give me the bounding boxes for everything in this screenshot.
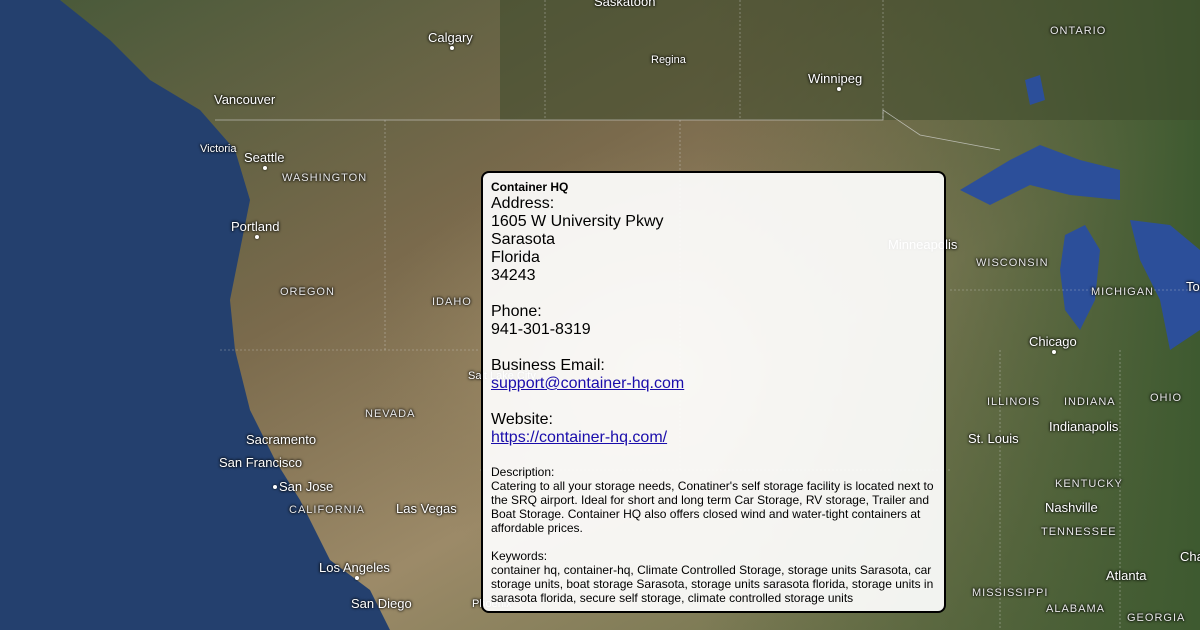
region-label: KENTUCKY [1055, 478, 1123, 490]
region-label: IDAHO [432, 296, 472, 308]
region-label: ILLINOIS [987, 396, 1041, 408]
region-label: MISSISSIPPI [972, 587, 1049, 599]
website-link[interactable]: https://container-hq.com/ [491, 429, 667, 446]
region-label: WISCONSIN [976, 257, 1049, 269]
address-zip: 34243 [491, 267, 536, 284]
region-label: MICHIGAN [1091, 286, 1154, 298]
keywords-text: container hq, container-hq, Climate Cont… [491, 563, 934, 605]
city-label: St. Louis [968, 431, 1019, 446]
description-text: Catering to all your storage needs, Cona… [491, 479, 934, 535]
business-name: Container HQ [491, 180, 569, 194]
city-label: Saskatoon [594, 0, 656, 9]
city-label: Vancouver [214, 92, 276, 107]
email-label: Business Email: [491, 357, 605, 374]
city-label: Atlanta [1106, 568, 1147, 583]
city-label: San Francisco [219, 455, 303, 470]
region-label: GEORGIA [1127, 612, 1186, 624]
address-label: Address: [491, 195, 555, 212]
city-label: Seattle [244, 150, 285, 165]
city-label: Indianapolis [1049, 419, 1119, 434]
business-info-popup: Container HQ Address: 1605 W University … [481, 171, 946, 613]
city-label: Chicago [1029, 334, 1077, 349]
city-label: Charlotte [1180, 549, 1200, 564]
region-label: NEVADA [365, 408, 416, 420]
region-label: ALABAMA [1046, 603, 1105, 615]
address-street: 1605 W University Pkwy [491, 213, 664, 230]
city-label: Toronto [1186, 279, 1200, 294]
region-label: TENNESSEE [1041, 526, 1117, 538]
city-dot [263, 166, 267, 170]
city-dot [1052, 350, 1056, 354]
city-label: Winnipeg [808, 71, 863, 86]
website-label: Website: [491, 411, 553, 428]
description-label: Description: [491, 465, 555, 479]
region-label: ONTARIO [1050, 25, 1107, 37]
phone-value: 941-301-8319 [491, 321, 591, 338]
city-label: Sacramento [246, 432, 317, 447]
region-label: WASHINGTON [282, 172, 368, 184]
city-dot [837, 87, 841, 91]
city-label: Calgary [428, 30, 473, 45]
city-dot [450, 46, 454, 50]
phone-label: Phone: [491, 303, 542, 320]
north-forest [500, 0, 1200, 120]
address-city: Sarasota [491, 231, 556, 248]
region-label: CALIFORNIA [289, 504, 366, 516]
city-label: Regina [651, 54, 686, 66]
region-label: OHIO [1150, 392, 1183, 404]
city-label: Las Vegas [396, 501, 457, 516]
city-label: Nashville [1045, 500, 1098, 515]
city-dot [255, 235, 259, 239]
region-label: OREGON [280, 286, 335, 298]
keywords-label: Keywords: [491, 549, 548, 563]
address-state: Florida [491, 249, 540, 266]
city-label: San Diego [351, 596, 412, 611]
city-dot [273, 485, 277, 489]
city-label: Los Angeles [319, 560, 390, 575]
email-link[interactable]: support@container-hq.com [491, 375, 684, 392]
city-dot [355, 576, 359, 580]
city-label: Victoria [200, 143, 237, 155]
city-label: Portland [231, 219, 280, 234]
region-label: INDIANA [1064, 396, 1116, 408]
city-label: San Jose [279, 479, 334, 494]
